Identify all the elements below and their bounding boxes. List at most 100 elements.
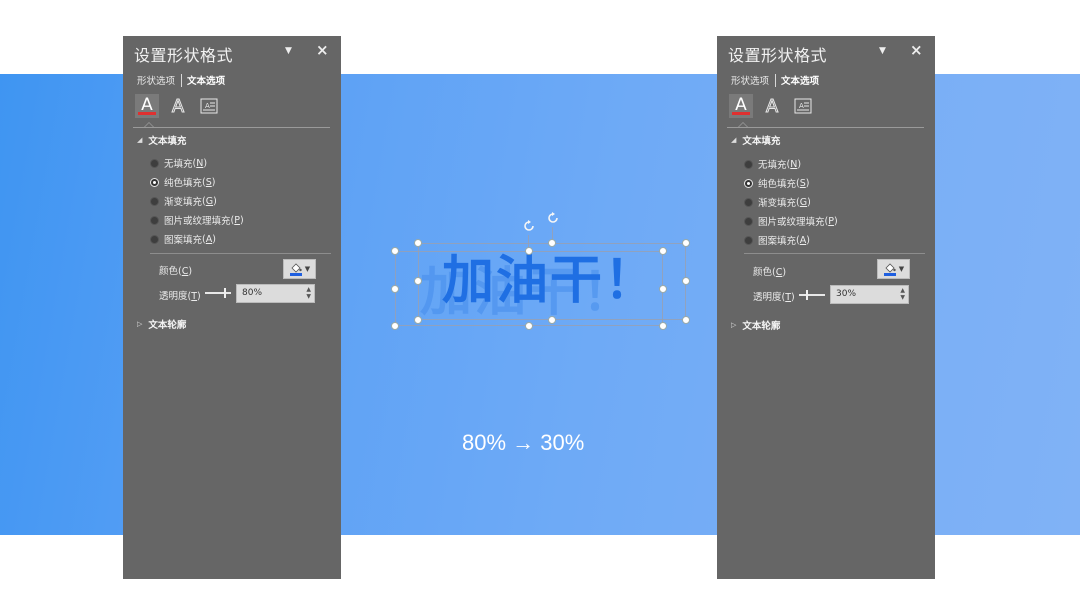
resize-handle[interactable]	[391, 247, 399, 255]
rotate-handle-icon[interactable]	[522, 219, 536, 233]
radio-button[interactable]	[744, 159, 753, 169]
resize-handle[interactable]	[414, 316, 422, 324]
radio-solid-fill[interactable]: 纯色填充(S)	[150, 175, 215, 189]
divider	[744, 253, 925, 254]
radio-button[interactable]	[150, 177, 159, 187]
resize-handle[interactable]	[682, 316, 690, 324]
resize-handle[interactable]	[659, 285, 667, 293]
accesskey: G	[205, 195, 214, 207]
radio-no-fill[interactable]: 无填充(N)	[744, 157, 801, 171]
section-text-fill[interactable]: ◢ 文本填充	[731, 133, 780, 147]
section-label: 文本轮廓	[148, 320, 187, 331]
resize-handle[interactable]	[682, 277, 690, 285]
resize-handle[interactable]	[682, 239, 690, 247]
radio-label: 无填充	[164, 159, 193, 170]
tab-text-options[interactable]: 文本选项	[781, 73, 819, 87]
section-label: 文本填充	[742, 136, 781, 147]
divider	[727, 127, 924, 128]
textbox-icon[interactable]: A	[791, 94, 815, 118]
tab-separator	[181, 73, 183, 87]
radio-label: 图案填充	[758, 236, 797, 247]
radio-button[interactable]	[150, 215, 159, 225]
panel-tabs: 形状选项 文本选项	[137, 73, 225, 87]
text-object-group[interactable]: 加油干！ 加油干！	[390, 205, 700, 345]
svg-text:A: A	[766, 96, 779, 117]
text-fill-outline-icon[interactable]: A	[135, 94, 159, 118]
resize-handle[interactable]	[414, 239, 422, 247]
panel-title: 设置形状格式	[134, 46, 234, 65]
radio-solid-fill[interactable]: 纯色填充(S)	[744, 176, 809, 190]
radio-button[interactable]	[150, 196, 159, 206]
radio-gradient-fill[interactable]: 渐变填充(G)	[150, 194, 217, 208]
spinner-arrows[interactable]: ▲ ▼	[900, 287, 905, 301]
resize-handle[interactable]	[659, 247, 667, 255]
accesskey: A	[205, 233, 213, 245]
tab-shape-options[interactable]: 形状选项	[731, 73, 769, 87]
close-icon[interactable]: ×	[910, 41, 923, 59]
radio-pattern-fill[interactable]: 图案填充(A)	[744, 233, 810, 247]
color-picker-button[interactable]: ▼	[283, 259, 316, 279]
color-picker-button[interactable]: ▼	[877, 259, 910, 279]
slider-thumb[interactable]	[224, 288, 227, 298]
expand-triangle-icon: ▷	[137, 320, 143, 328]
radio-button[interactable]	[150, 158, 159, 168]
transparency-label: 透明度(T)	[159, 291, 201, 302]
section-label: 文本填充	[148, 136, 187, 147]
selected-tab-caret	[738, 122, 748, 127]
resize-handle[interactable]	[548, 316, 556, 324]
radio-label: 纯色填充	[758, 179, 797, 190]
chevron-down-icon: ▼	[304, 265, 311, 273]
resize-handle[interactable]	[391, 322, 399, 330]
rotate-handle-icon[interactable]	[546, 211, 560, 225]
resize-handle[interactable]	[391, 285, 399, 293]
tab-text-options[interactable]: 文本选项	[187, 73, 225, 87]
svg-text:A: A	[799, 102, 804, 110]
radio-label: 图片或纹理填充	[164, 216, 231, 227]
accesskey: N	[196, 157, 204, 169]
panel-options-dropdown-icon[interactable]: ▼	[879, 46, 886, 56]
selection-box-main	[418, 243, 686, 320]
radio-button[interactable]	[744, 235, 753, 245]
slider-thumb[interactable]	[806, 290, 809, 300]
panel-options-dropdown-icon[interactable]: ▼	[285, 46, 292, 56]
radio-gradient-fill[interactable]: 渐变填充(G)	[744, 195, 811, 209]
radio-button[interactable]	[150, 234, 159, 244]
radio-label: 无填充	[758, 160, 787, 171]
radio-pattern-fill[interactable]: 图案填充(A)	[150, 232, 216, 246]
text-effects-icon[interactable]: A	[760, 94, 784, 118]
transparency-label: 透明度(T)	[753, 292, 795, 303]
accesskey: G	[799, 196, 808, 208]
resize-handle[interactable]	[548, 239, 556, 247]
section-text-fill[interactable]: ◢ 文本填充	[137, 133, 186, 147]
radio-no-fill[interactable]: 无填充(N)	[150, 156, 207, 170]
radio-button[interactable]	[744, 216, 753, 226]
transparency-input[interactable]: 30% ▲ ▼	[830, 285, 909, 304]
divider	[133, 127, 330, 128]
svg-text:A: A	[205, 102, 210, 110]
paint-bucket-icon	[883, 263, 896, 276]
text-effects-icon[interactable]: A	[166, 94, 190, 118]
tab-separator	[775, 73, 777, 87]
resize-handle[interactable]	[525, 247, 533, 255]
accesskey: A	[799, 234, 807, 246]
spinner-arrows[interactable]: ▲ ▼	[306, 286, 311, 300]
close-icon[interactable]: ×	[316, 41, 329, 59]
resize-handle[interactable]	[659, 322, 667, 330]
radio-button[interactable]	[744, 178, 753, 188]
transparency-value: 30%	[836, 289, 857, 299]
transparency-input[interactable]: 80% ▲ ▼	[236, 284, 315, 303]
tab-shape-options[interactable]: 形状选项	[137, 73, 175, 87]
radio-picture-fill[interactable]: 图片或纹理填充(P)	[150, 213, 244, 227]
transparency-slider[interactable]	[205, 288, 231, 298]
section-text-outline[interactable]: ▷ 文本轮廓	[137, 317, 186, 331]
textbox-icon[interactable]: A	[197, 94, 221, 118]
resize-handle[interactable]	[525, 322, 533, 330]
radio-picture-fill[interactable]: 图片或纹理填充(P)	[744, 214, 838, 228]
collapse-triangle-icon: ◢	[137, 136, 143, 144]
transparency-slider[interactable]	[799, 290, 825, 300]
text-fill-outline-icon[interactable]: A	[729, 94, 753, 118]
resize-handle[interactable]	[414, 277, 422, 285]
section-text-outline[interactable]: ▷ 文本轮廓	[731, 318, 780, 332]
section-label: 文本轮廓	[742, 321, 781, 332]
radio-button[interactable]	[744, 197, 753, 207]
